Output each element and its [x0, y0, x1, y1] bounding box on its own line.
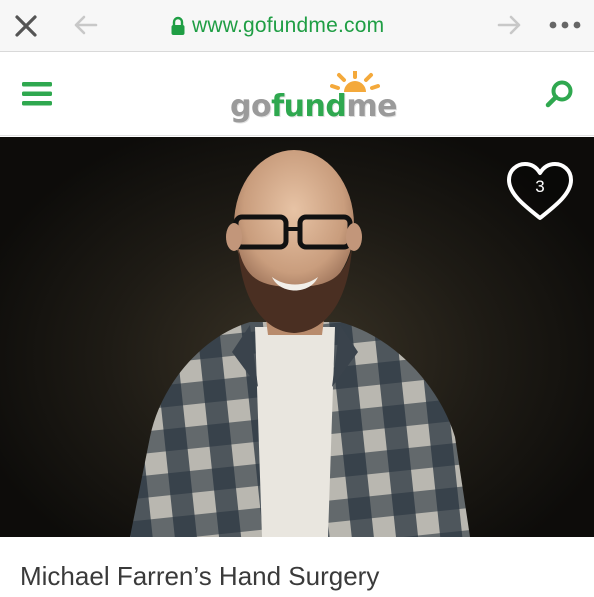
logo-me: me — [346, 89, 397, 124]
campaign-photo: 3 — [0, 137, 594, 537]
browser-toolbar: www.gofundme.com — [0, 0, 594, 52]
close-icon[interactable] — [12, 12, 40, 40]
more-icon[interactable] — [548, 20, 582, 30]
forward-icon[interactable] — [497, 14, 523, 36]
logo-fund: fund — [271, 89, 347, 124]
site-header: gofundme — [0, 53, 594, 136]
campaign-title: Michael Farren’s Hand Surgery — [20, 561, 380, 591]
search-icon[interactable] — [544, 79, 574, 109]
campaign-title-area: Michael Farren’s Hand Surgery — [0, 537, 594, 597]
favorite-button[interactable]: 3 — [505, 160, 575, 224]
lock-icon — [171, 16, 185, 35]
menu-icon[interactable] — [22, 81, 52, 107]
address-bar[interactable]: www.gofundme.com — [170, 12, 384, 40]
back-icon[interactable] — [72, 14, 98, 36]
favorite-count: 3 — [535, 177, 545, 196]
url-text[interactable]: www.gofundme.com — [192, 14, 384, 38]
gofundme-logo[interactable]: gofundme — [230, 71, 397, 124]
logo-go: go — [230, 89, 272, 124]
logo-text: gofundme — [230, 89, 397, 124]
